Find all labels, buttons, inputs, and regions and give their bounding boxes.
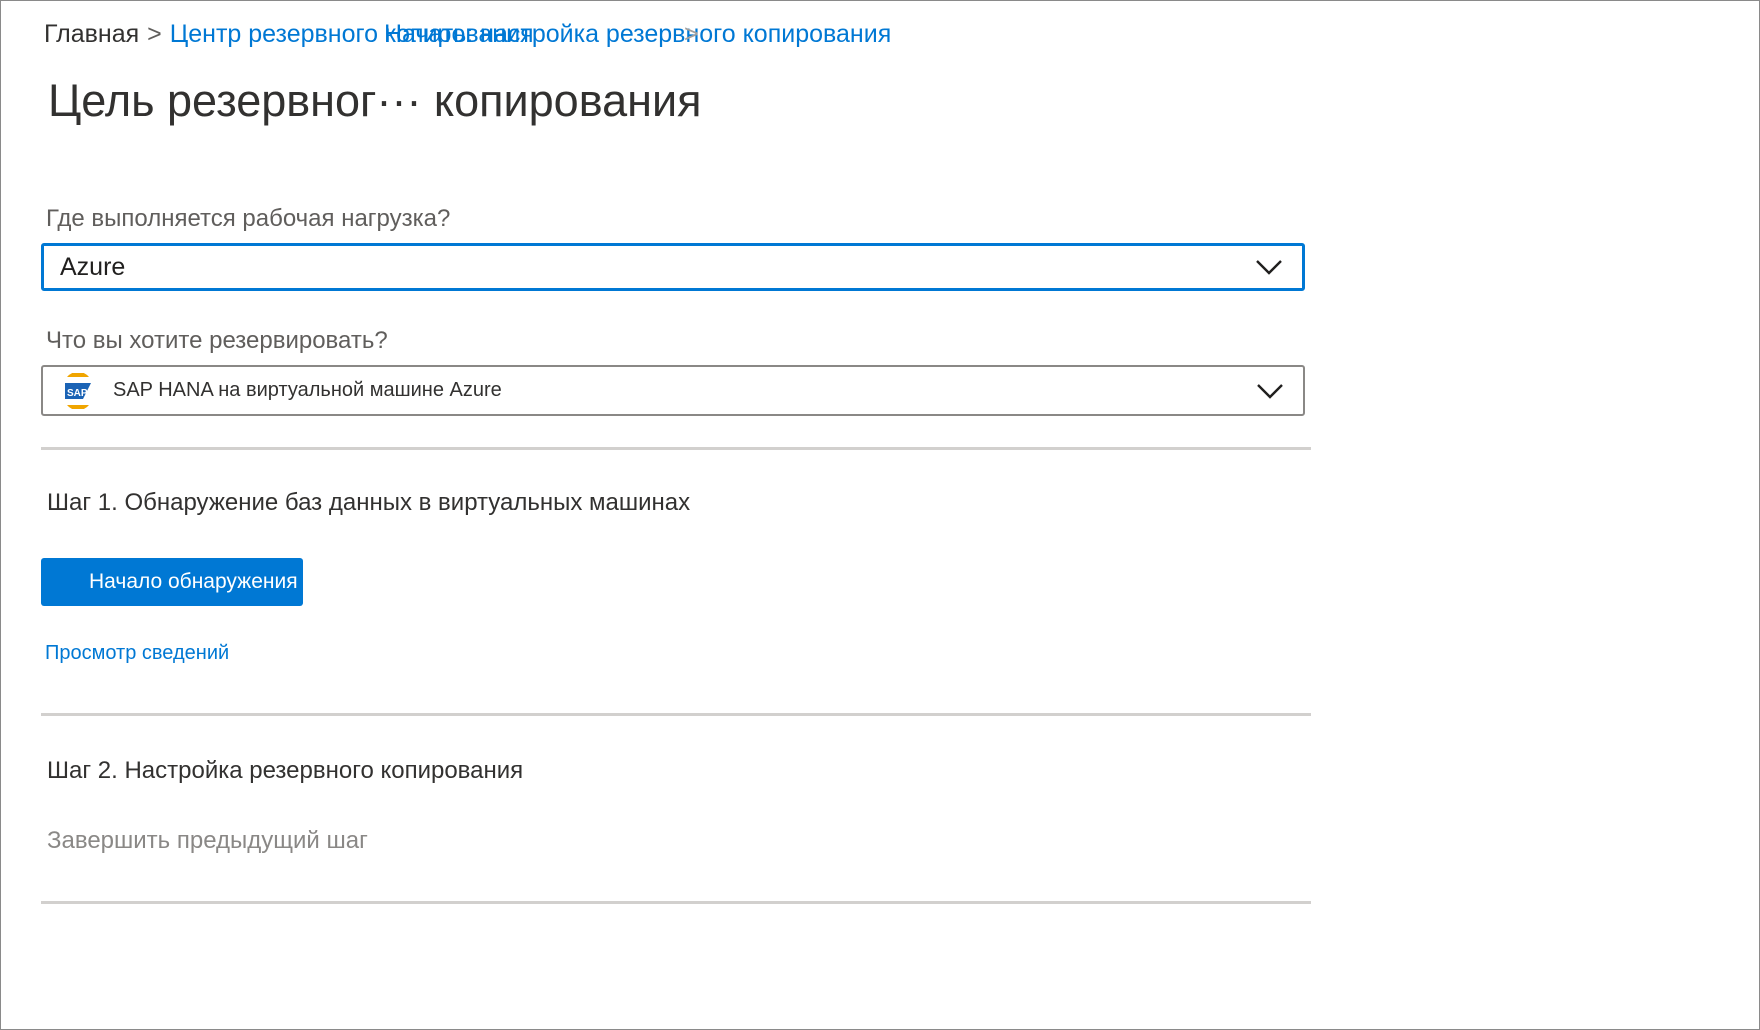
section-divider — [41, 901, 1311, 904]
backup-target-label: Что вы хотите резервировать? — [46, 327, 388, 354]
workload-location-value: Azure — [60, 252, 126, 281]
breadcrumb-ghost-separator: > — [684, 20, 699, 48]
breadcrumb-home[interactable]: Главная — [44, 20, 139, 48]
section-divider — [41, 713, 1311, 716]
section-divider — [41, 447, 1311, 450]
breadcrumb-current[interactable]: Начать: настройка резервного копирования — [384, 19, 891, 49]
workload-location-dropdown[interactable]: Azure — [41, 243, 1305, 291]
chevron-down-icon — [1256, 260, 1282, 275]
chevron-down-icon — [1257, 383, 1283, 399]
sap-logo-icon: SAP — [63, 372, 93, 409]
page-title: Цель резервног··· копирования — [48, 75, 702, 126]
workload-location-label: Где выполняется рабочая нагрузка? — [46, 205, 451, 232]
backup-target-value: SAP HANA на виртуальной машине Azure — [113, 379, 502, 401]
breadcrumb-separator: > — [147, 20, 162, 48]
breadcrumb: Главная > Центр резервного копирования Нач… — [44, 19, 891, 49]
step2-heading: Шаг 2. Настройка резервного копирования — [47, 757, 524, 784]
start-discovery-button[interactable]: Начало обнаружения — [41, 558, 303, 606]
step2-status: Завершить предыдущий шаг — [47, 827, 368, 854]
svg-text:SAP: SAP — [67, 388, 88, 399]
backup-target-dropdown[interactable]: SAP SAP HANA на виртуальной машине Azure — [41, 365, 1305, 416]
window-frame: Главная > Центр резервного копирования Нач… — [0, 0, 1760, 1030]
view-details-link[interactable]: Просмотр сведений — [45, 642, 229, 665]
step1-heading: Шаг 1. Обнаружение баз данных в виртуаль… — [47, 489, 691, 516]
